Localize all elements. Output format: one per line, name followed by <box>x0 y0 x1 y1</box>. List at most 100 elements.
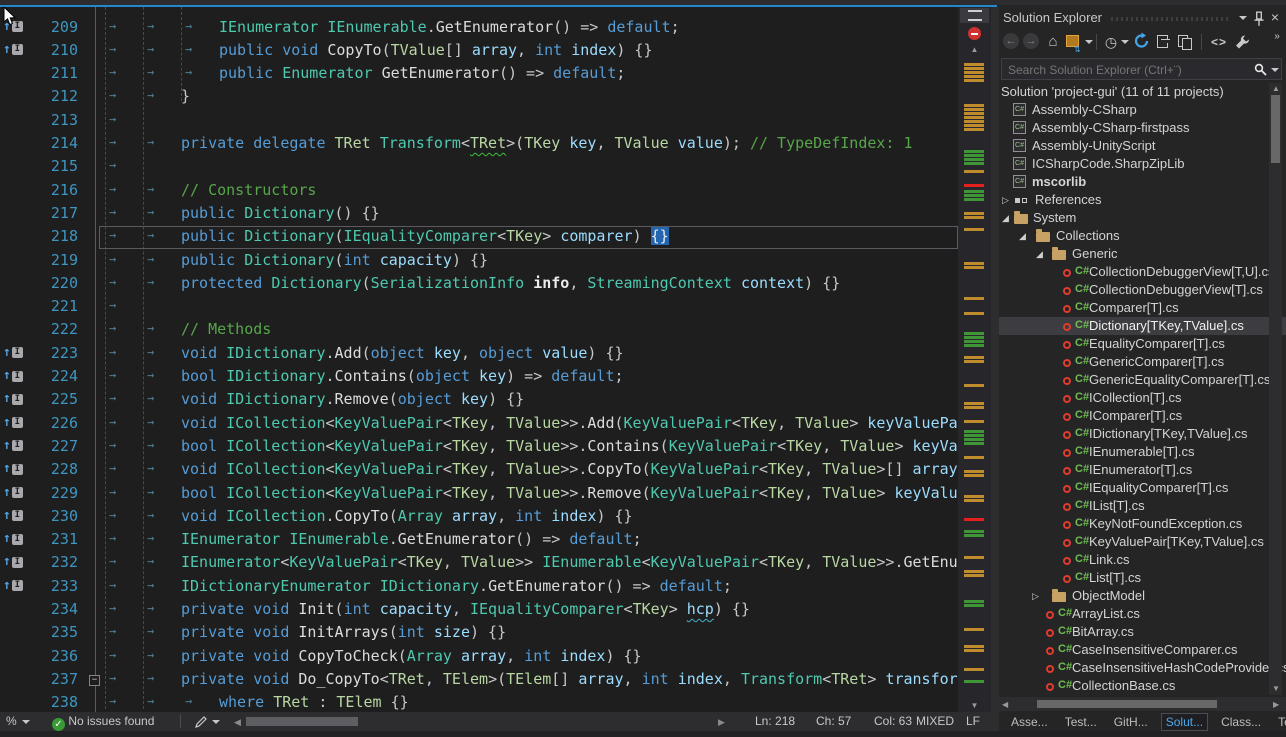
hscroll-track[interactable] <box>246 717 714 726</box>
code-line[interactable]: →→public Dictionary(int capacity) {} <box>0 249 958 273</box>
tree-item-caseinsensitivecomparer-cs[interactable]: C#CaseInsensitiveComparer.cs <box>999 641 1286 659</box>
properties-icon[interactable] <box>1235 33 1250 51</box>
scroll-up-icon[interactable]: ▲ <box>958 45 991 54</box>
code-line[interactable]: →→// Methods <box>0 318 958 342</box>
nav-back-icon[interactable]: ← <box>1003 33 1019 49</box>
tree-item-bitarray-cs[interactable]: C#BitArray.cs <box>999 623 1286 641</box>
code-line[interactable]: →→→IEnumerator IEnumerable.GetEnumerator… <box>0 16 958 40</box>
tree-item-genericcomparer-t-cs[interactable]: C#GenericComparer[T].cs <box>999 353 1286 371</box>
tool-tab-tea[interactable]: Tea... <box>1274 714 1286 730</box>
code-line[interactable]: →→void ICollection<KeyValuePair<TKey, TV… <box>0 412 958 436</box>
tree-item-dictionary-tkey-tvalue-cs[interactable]: C#Dictionary[TKey,TValue].cs <box>999 317 1286 335</box>
code-line[interactable]: →→void IDictionary.Remove(object key) {} <box>0 388 958 412</box>
code-line[interactable]: →→IEnumerator IEnumerable.GetEnumerator(… <box>0 528 958 552</box>
tree-hscrollbar[interactable]: ◀ ▶ <box>999 697 1286 711</box>
code-line[interactable]: → <box>0 109 958 133</box>
tree-item-iequalitycomparer-t-cs[interactable]: C#IEqualityComparer[T].cs <box>999 479 1286 497</box>
editor-scrollbar[interactable]: ▲ ▼ <box>958 7 991 712</box>
code-line[interactable]: → <box>0 155 958 179</box>
code-line[interactable]: →→IEnumerator<KeyValuePair<TKey, TValue>… <box>0 551 958 575</box>
code-line[interactable]: →→void IDictionary.Add(object key, objec… <box>0 342 958 366</box>
code-line[interactable]: →→bool IDictionary.Contains(object key) … <box>0 365 958 389</box>
panel-splitter[interactable] <box>991 7 999 731</box>
code-line[interactable]: →→private void Init(int capacity, IEqual… <box>0 598 958 622</box>
tool-tab-class[interactable]: Class... <box>1217 714 1265 730</box>
tree-item-keyvaluepair-tkey-tvalue-cs[interactable]: C#KeyValuePair[TKey,TValue].cs <box>999 533 1286 551</box>
code-line[interactable]: →→bool ICollection<KeyValuePair<TKey, TV… <box>0 435 958 459</box>
zoom-caret-icon[interactable] <box>22 720 30 724</box>
fold-collapse-icon[interactable]: − <box>89 675 100 686</box>
code-line[interactable]: →→void ICollection.CopyTo(Array array, i… <box>0 505 958 529</box>
expander-expanded-icon[interactable]: ◢ <box>1019 231 1026 241</box>
expander-expanded-icon[interactable]: ◢ <box>1002 213 1009 223</box>
search-input[interactable] <box>1006 60 1240 80</box>
code-line[interactable]: →→} <box>0 85 958 109</box>
tree-item-ienumerable-t-cs[interactable]: C#IEnumerable[T].cs <box>999 443 1286 461</box>
tree-vscrollbar[interactable]: ▲ ▼ <box>1269 83 1282 695</box>
hscroll-right-icon[interactable]: ▶ <box>718 717 725 728</box>
code-line[interactable]: → <box>0 295 958 319</box>
tool-tab-gith[interactable]: GitH... <box>1110 714 1152 730</box>
nav-forward-icon[interactable]: → <box>1023 33 1039 49</box>
error-status-icon[interactable] <box>968 27 981 40</box>
pin-icon[interactable] <box>1251 11 1267 27</box>
tree-item-ienumerator-t-cs[interactable]: C#IEnumerator[T].cs <box>999 461 1286 479</box>
tree-item-equalitycomparer-t-cs[interactable]: C#EqualityComparer[T].cs <box>999 335 1286 353</box>
expander-collapsed-icon[interactable]: ▷ <box>1032 591 1039 601</box>
code-line[interactable]: →→protected Dictionary(SerializationInfo… <box>0 272 958 296</box>
tree-scroll-right-icon[interactable]: ▶ <box>1273 700 1279 709</box>
code-line[interactable]: →→private delegate TRet Transform<TRet>(… <box>0 132 958 156</box>
tree-item-comparer-t-cs[interactable]: C#Comparer[T].cs <box>999 299 1286 317</box>
code-area[interactable]: ↑I209→→→IEnumerator IEnumerable.GetEnume… <box>0 7 958 712</box>
show-all-files-icon[interactable] <box>1177 33 1193 51</box>
code-line[interactable]: →→private void Do_CopyTo<TRet, TElem>(TE… <box>0 668 958 692</box>
search-box[interactable] <box>1001 58 1282 80</box>
code-line[interactable]: →→→public Enumerator GetEnumerator() => … <box>0 62 958 86</box>
zoom-level[interactable]: % <box>6 714 17 728</box>
issues-indicator[interactable]: ✓ No issues found <box>52 714 154 731</box>
tree-item-ilist-t-cs[interactable]: C#IList[T].cs <box>999 497 1286 515</box>
tree-item-collectiondebuggerview-t-u-cs[interactable]: C#CollectionDebuggerView[T,U].cs <box>999 263 1286 281</box>
tree-item-system[interactable]: ◢System <box>999 209 1286 227</box>
tree-hscroll-thumb[interactable] <box>1037 700 1217 708</box>
code-line[interactable]: →→public Dictionary() {} <box>0 202 958 226</box>
overflow-icon[interactable]: » <box>1271 28 1283 46</box>
tree-item-caseinsensitivehashcodeprovider-cs[interactable]: C#CaseInsensitiveHashCodeProvider.cs <box>999 659 1286 677</box>
switch-views-icon[interactable]: ⇅ <box>1065 33 1081 51</box>
tree-item-idictionary-tkey-tvalue-cs[interactable]: C#IDictionary[TKey,TValue].cs <box>999 425 1286 443</box>
tree-item-solution-project-gui-11-of-11-projects[interactable]: Solution 'project-gui' (11 of 11 project… <box>999 83 1286 101</box>
panel-title-bar[interactable]: Solution Explorer × <box>999 7 1286 28</box>
close-icon[interactable]: × <box>1267 9 1283 25</box>
hscroll-left-icon[interactable]: ◀ <box>234 717 241 728</box>
tree-item-icomparer-t-cs[interactable]: C#IComparer[T].cs <box>999 407 1286 425</box>
tree-item-collectiondebuggerview-t-cs[interactable]: C#CollectionDebuggerView[T].cs <box>999 281 1286 299</box>
code-line[interactable]: →→// Constructors <box>0 179 958 203</box>
tool-tab-test[interactable]: Test... <box>1061 714 1101 730</box>
tree-item-assembly-unityscript[interactable]: C#Assembly-UnityScript <box>999 137 1286 155</box>
code-line[interactable]: →→private void InitArrays(int size) {} <box>0 621 958 645</box>
editor-split-handle-icon[interactable] <box>960 8 989 23</box>
tree-item-genericequalitycomparer-t-cs[interactable]: C#GenericEqualityComparer[T].cs <box>999 371 1286 389</box>
tree-item-mscorlib[interactable]: C#mscorlib <box>999 173 1286 191</box>
tree-item-generic[interactable]: ◢Generic <box>999 245 1286 263</box>
expander-expanded-icon[interactable]: ◢ <box>1036 249 1043 259</box>
tool-tab-solut[interactable]: Solut... <box>1161 713 1208 731</box>
tree-item-objectmodel[interactable]: ▷ObjectModel <box>999 587 1286 605</box>
tree-item-icollection-t-cs[interactable]: C#ICollection[T].cs <box>999 389 1286 407</box>
view-code-icon[interactable]: <> <box>1209 33 1229 51</box>
tree-item-keynotfoundexception-cs[interactable]: C#KeyNotFoundException.cs <box>999 515 1286 533</box>
pending-changes-filter-icon[interactable]: ◷ <box>1103 33 1119 51</box>
tree-vscroll-thumb[interactable] <box>1271 95 1280 163</box>
tree-item-icsharpcode-sharpziplib[interactable]: C#ICSharpCode.SharpZipLib <box>999 155 1286 173</box>
collapse-all-icon[interactable] <box>1155 33 1171 51</box>
window-position-caret-icon[interactable] <box>1235 9 1251 25</box>
tree-item-arraylist-cs[interactable]: C#ArrayList.cs <box>999 605 1286 623</box>
tree-item-collections[interactable]: ◢Collections <box>999 227 1286 245</box>
tree-item-assembly-csharp[interactable]: C#Assembly-CSharp <box>999 101 1286 119</box>
tree-item-assembly-csharp-firstpass[interactable]: C#Assembly-CSharp-firstpass <box>999 119 1286 137</box>
tree-item-link-cs[interactable]: C#Link.cs <box>999 551 1286 569</box>
expander-collapsed-icon[interactable]: ▷ <box>1002 195 1009 205</box>
search-caret-icon[interactable] <box>1271 68 1279 72</box>
code-line[interactable]: →→public Dictionary(IEqualityComparer<TK… <box>0 225 958 249</box>
code-line[interactable]: →→void ICollection<KeyValuePair<TKey, TV… <box>0 458 958 482</box>
